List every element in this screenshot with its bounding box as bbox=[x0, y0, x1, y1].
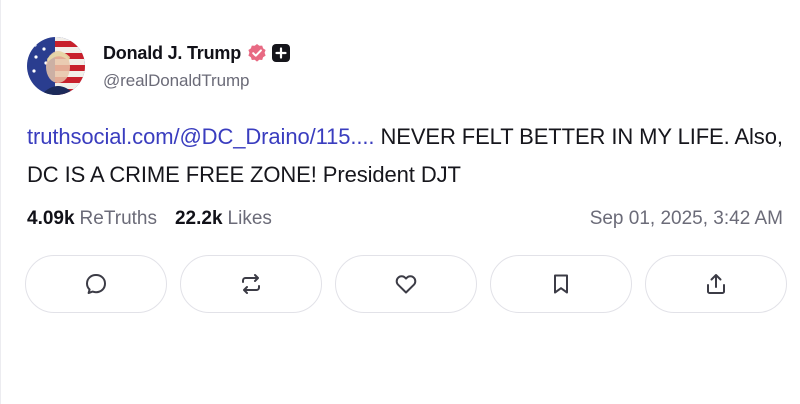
retruths-count: 4.09k bbox=[27, 208, 75, 229]
reply-icon bbox=[86, 274, 106, 294]
retruth-button[interactable] bbox=[180, 255, 322, 313]
avatar-image bbox=[27, 37, 85, 95]
display-name[interactable]: Donald J. Trump bbox=[103, 43, 241, 64]
likes-stat[interactable]: 22.2k Likes bbox=[175, 208, 272, 230]
verified-badge-icon bbox=[248, 44, 266, 62]
retruths-label: ReTruths bbox=[79, 208, 157, 229]
share-icon bbox=[707, 274, 725, 294]
share-button[interactable] bbox=[645, 255, 787, 313]
post-body: truthsocial.com/@DC_Draino/115.... NEVER… bbox=[27, 118, 787, 194]
bookmark-button[interactable] bbox=[490, 255, 632, 313]
name-row: Donald J. Trump bbox=[103, 41, 291, 65]
heart-icon bbox=[395, 275, 417, 294]
like-button[interactable] bbox=[335, 255, 477, 313]
plus-badge-icon bbox=[272, 44, 291, 62]
likes-count: 22.2k bbox=[174, 208, 223, 229]
likes-label: Likes bbox=[227, 208, 272, 229]
post-card: Donald J. Trump @realDonaldTrump truthso… bbox=[0, 0, 800, 404]
reply-button[interactable] bbox=[25, 255, 167, 313]
retruth-icon bbox=[242, 274, 260, 294]
post-link[interactable]: truthsocial.com/@DC_Draino/115.... bbox=[27, 124, 375, 149]
post-header: Donald J. Trump @realDonaldTrump bbox=[27, 36, 291, 96]
author-handle[interactable]: @realDonaldTrump bbox=[103, 71, 290, 91]
action-bar bbox=[25, 255, 787, 313]
post-stats: 4.09k ReTruths 22.2k Likes Sep 01, 2025, 3… bbox=[27, 204, 783, 234]
bookmark-icon bbox=[554, 274, 568, 294]
author-names: Donald J. Trump @realDonaldTrump bbox=[103, 41, 291, 91]
avatar[interactable] bbox=[27, 37, 85, 95]
retruths-stat[interactable]: 4.09k ReTruths bbox=[27, 208, 157, 230]
post-timestamp[interactable]: Sep 01, 2025, 3:42 AM bbox=[590, 208, 783, 230]
